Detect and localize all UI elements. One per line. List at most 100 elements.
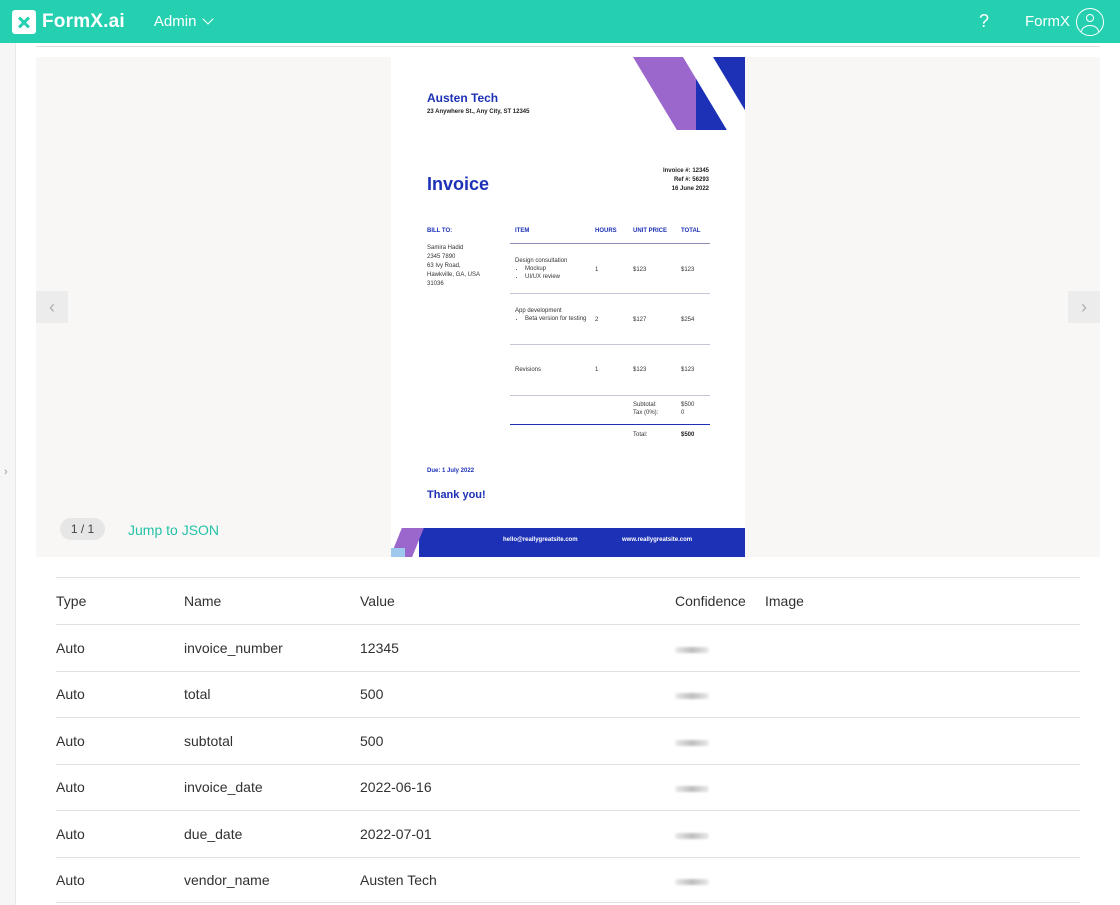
item-description: Design consultation Mockup UI/UX review: [515, 257, 591, 281]
cell-value: 2022-07-01: [360, 825, 432, 842]
total-label: Total:: [633, 432, 648, 438]
confidence-blur: [675, 878, 709, 885]
cell-confidence: [675, 733, 765, 749]
cell-name: invoice_date: [184, 779, 263, 796]
jump-to-json-link[interactable]: Jump to JSON: [128, 522, 219, 538]
item-total: $123: [681, 367, 695, 373]
col-hours: HOURS: [595, 228, 617, 234]
item-description: App development Beta version for testing: [515, 307, 591, 323]
table-row[interactable]: Auto vendor_name Austen Tech: [56, 856, 1080, 903]
confidence-blur: [675, 739, 709, 746]
item-name: Design consultation: [515, 258, 568, 264]
page-indicator: 1 / 1: [60, 518, 105, 540]
item-bullet: UI/UX review: [525, 273, 591, 281]
tax-value: 0: [681, 410, 685, 416]
cell-name: due_date: [184, 825, 243, 842]
item-unit-price: $123: [633, 367, 647, 373]
header-name: Name: [184, 593, 222, 609]
tax-label: Tax (0%):: [633, 410, 659, 416]
table-rule: [510, 424, 710, 425]
footer-decor-light: [391, 548, 405, 557]
table-header: Type Name Value Confidence Image: [56, 577, 1080, 624]
invoice-number: Invoice #: 12345: [662, 168, 709, 174]
table-rule: [510, 243, 710, 244]
cell-confidence: [675, 826, 765, 842]
subtotal-label: Subtotal:: [633, 402, 657, 408]
invoice-ref: Ref #: 56293: [673, 177, 709, 183]
due-date: Due: 1 July 2022: [427, 468, 475, 474]
cell-value: 2022-06-16: [360, 779, 432, 796]
item-name: App development: [515, 308, 562, 314]
invoice-footer: [419, 528, 745, 557]
bill-to-line: 2345 7890: [427, 254, 456, 260]
invoice-date: 16 June 2022: [671, 186, 709, 192]
cell-type: Auto: [56, 779, 85, 796]
table-rule: [510, 395, 710, 396]
cell-confidence: [675, 640, 765, 656]
cell-name: total: [184, 686, 211, 703]
cell-type: Auto: [56, 871, 85, 888]
item-unit-price: $123: [633, 267, 647, 273]
table-row[interactable]: Auto invoice_date 2022-06-16: [56, 763, 1080, 811]
invoice-address: 23 Anywhere St., Any City, ST 12345: [427, 109, 530, 115]
bill-to-line: 63 Ivy Road,: [427, 263, 461, 269]
cell-confidence: [675, 872, 765, 888]
avatar-head: [1086, 13, 1094, 22]
admin-menu[interactable]: Admin: [153, 13, 215, 30]
header-image: Image: [765, 593, 804, 609]
item-hours: 1: [595, 367, 599, 373]
logo[interactable]: FormX.ai: [12, 9, 125, 34]
invoice-meta: Invoice #: 12345 Ref #: 56293 16 June 20…: [663, 167, 709, 194]
formx-logo-icon: [12, 9, 36, 34]
expand-sidebar-icon[interactable]: ›: [4, 466, 8, 478]
chevron-down-icon: [202, 13, 215, 25]
item-unit-price: $127: [633, 317, 647, 323]
cell-type: Auto: [56, 686, 85, 703]
admin-menu-label: Admin: [153, 13, 197, 30]
item-hours: 2: [595, 317, 599, 323]
cell-type: Auto: [56, 825, 85, 842]
total-value: $500: [681, 432, 695, 438]
table-row[interactable]: Auto invoice_number 12345: [56, 624, 1080, 671]
col-unit-price: UNIT PRICE: [633, 228, 668, 234]
invoice-title: Invoice: [427, 174, 490, 194]
table-rule: [510, 344, 710, 345]
user-name[interactable]: FormX: [1025, 13, 1070, 30]
cell-confidence: [675, 686, 765, 702]
item-bullet: Mockup: [525, 265, 591, 273]
confidence-blur: [675, 786, 709, 793]
cell-name: vendor_name: [184, 871, 270, 888]
cell-confidence: [675, 779, 765, 795]
cell-value: 12345: [360, 639, 399, 656]
table-row[interactable]: Auto subtotal 500: [56, 717, 1080, 764]
footer-website: www.reallygreatsite.com: [622, 537, 693, 543]
header-confidence: Confidence: [675, 593, 746, 609]
chevron-left-icon: ‹: [49, 296, 55, 317]
cell-type: Auto: [56, 639, 85, 656]
header-type: Type: [56, 593, 87, 609]
prev-page-button[interactable]: ‹: [36, 291, 68, 323]
bill-to-address: Samira Hadid 2345 7890 63 Ivy Road, Hawk…: [427, 244, 497, 289]
logo-text: FormX.ai: [42, 10, 125, 32]
table-row[interactable]: Auto total 500: [56, 670, 1080, 718]
bill-to-line: Samira Hadid: [427, 245, 464, 251]
table-rule: [510, 293, 710, 294]
item-name: Revisions: [515, 367, 542, 373]
header-value: Value: [360, 593, 395, 609]
document-viewer: ‹ › 1 / 1 Jump to JSON Austen Tech 23 An…: [36, 57, 1100, 557]
cell-type: Auto: [56, 732, 85, 749]
cell-name: subtotal: [184, 732, 234, 749]
item-bullet: Beta version for testing: [525, 315, 591, 323]
avatar-body: [1081, 24, 1099, 35]
avatar[interactable]: [1076, 7, 1104, 36]
divider: [36, 46, 1100, 47]
cell-value: Austen Tech: [360, 871, 437, 888]
help-icon[interactable]: ?: [974, 11, 994, 32]
extraction-table: Type Name Value Confidence Image Auto in…: [56, 577, 1080, 903]
next-page-button[interactable]: ›: [1068, 291, 1100, 323]
footer-email: hello@reallygreatsite.com: [503, 537, 578, 543]
bill-to-label: BILL TO:: [427, 228, 453, 234]
thank-you: Thank you!: [427, 489, 486, 501]
sidebar-collapsed[interactable]: ›: [0, 43, 16, 905]
table-row[interactable]: Auto due_date 2022-07-01: [56, 810, 1080, 857]
